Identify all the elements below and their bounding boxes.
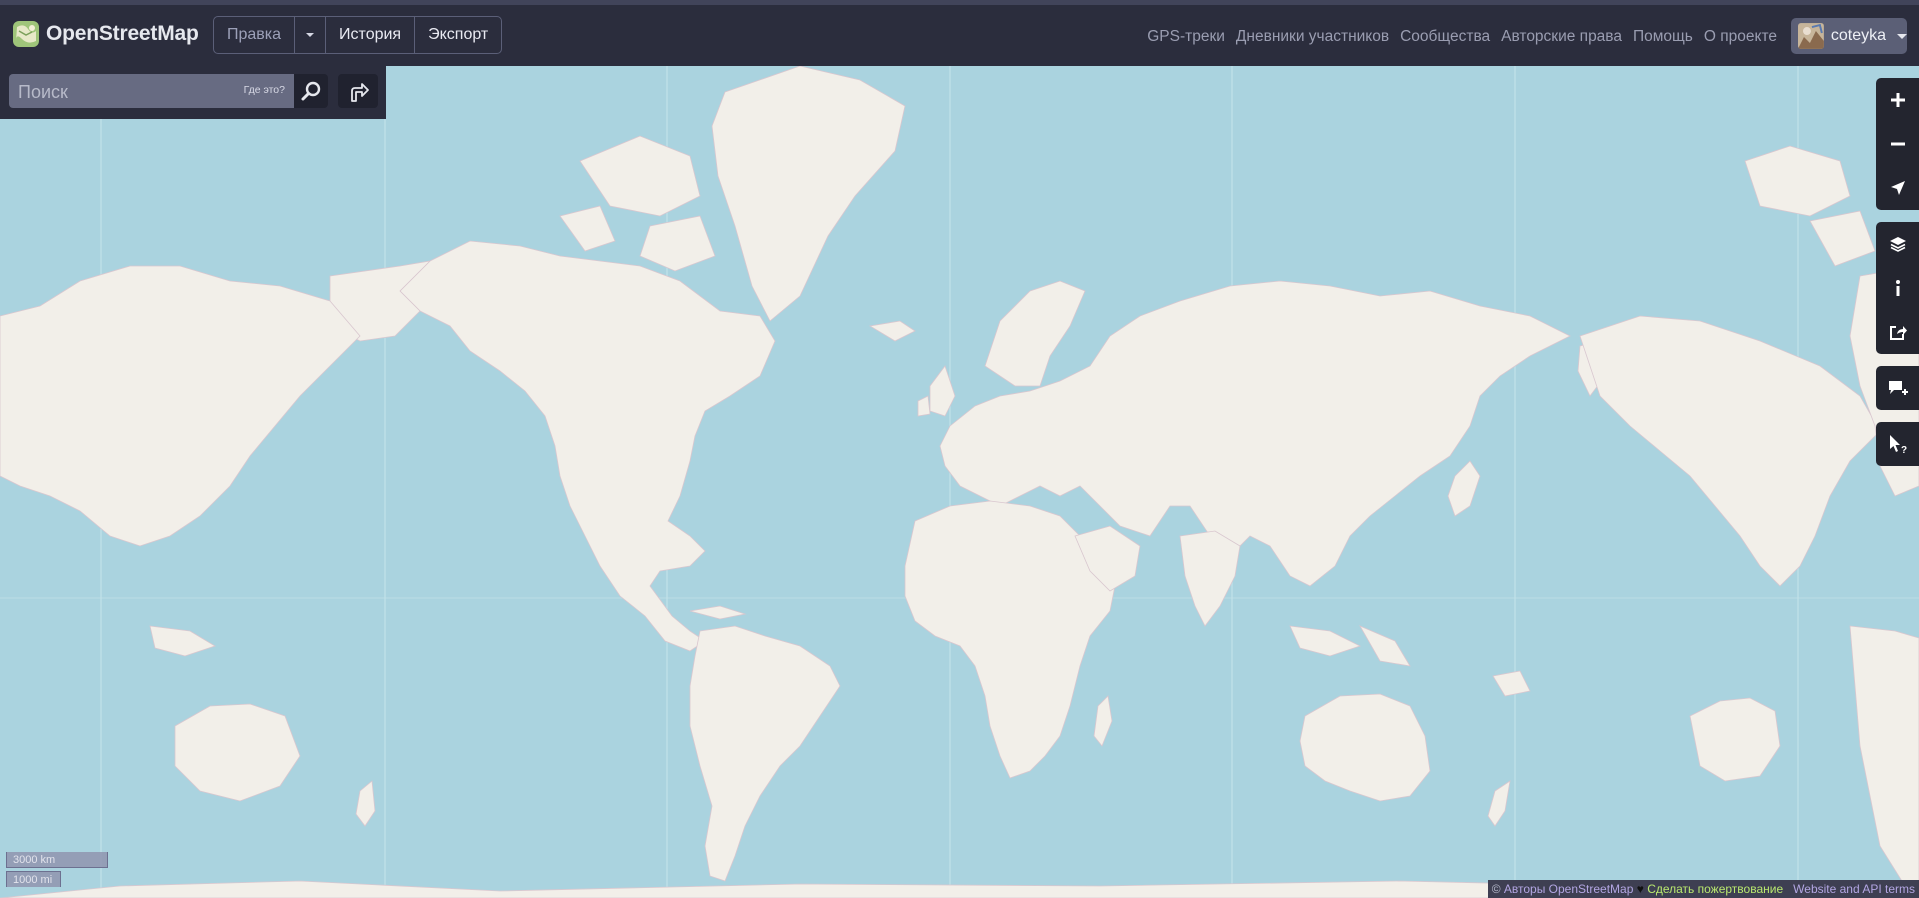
directions-button[interactable]: [338, 74, 378, 108]
attribution-bar: © Авторы OpenStreetMap ♥ Сделать пожертв…: [1487, 880, 1919, 898]
map-key-button[interactable]: [1876, 266, 1919, 310]
search-input[interactable]: [9, 74, 250, 110]
username: coteyka: [1830, 27, 1886, 44]
scale-mi: 1000 mi: [6, 871, 61, 887]
zoom-out-button[interactable]: [1876, 122, 1919, 166]
map-tools: [1876, 222, 1919, 354]
plus-icon: [1890, 93, 1905, 107]
svg-text:?: ?: [1901, 445, 1907, 454]
nav-link-communities[interactable]: Сообщества: [1400, 28, 1490, 46]
edit-history-export-group: Правка История Экспорт: [213, 16, 503, 54]
osm-logo-icon: [13, 21, 39, 47]
copyright-symbol: ©: [1491, 882, 1501, 896]
directions-icon: [351, 83, 369, 102]
scale-bar: 3000 km 1000 mi: [6, 852, 108, 887]
query-features-button[interactable]: ?: [1876, 422, 1919, 466]
search-button[interactable]: [294, 74, 328, 108]
zoom-controls: [1876, 78, 1919, 210]
search-panel: Где это?: [0, 66, 386, 119]
location-arrow-icon: [1890, 181, 1905, 195]
nav-link-copyright[interactable]: Авторские права: [1501, 28, 1622, 46]
donate-link[interactable]: Сделать пожертвование: [1647, 882, 1783, 896]
map-controls: ?: [1876, 78, 1919, 478]
caret-down-icon: [306, 33, 315, 37]
minus-icon: [1890, 142, 1905, 146]
search-box: Где это?: [9, 74, 294, 110]
nav-link-diaries[interactable]: Дневники участников: [1236, 28, 1389, 46]
user-menu-button[interactable]: coteyka: [1791, 18, 1907, 54]
caret-down-icon: [1897, 33, 1907, 39]
nav-link-help[interactable]: Помощь: [1633, 28, 1693, 46]
note-tools: [1876, 366, 1919, 410]
logo-text: OpenStreetMap: [46, 22, 199, 45]
top-navbar: OpenStreetMap Правка История Экспорт GPS…: [0, 5, 1919, 66]
share-button[interactable]: [1876, 310, 1919, 354]
history-button[interactable]: История: [326, 17, 416, 53]
layers-button[interactable]: [1876, 222, 1919, 266]
logo[interactable]: OpenStreetMap: [12, 19, 199, 49]
magnifier-icon: [301, 81, 321, 101]
query-tools: ?: [1876, 422, 1919, 466]
osm-authors-link[interactable]: Авторы OpenStreetMap: [1504, 882, 1634, 896]
edit-dropdown-toggle[interactable]: [295, 17, 327, 53]
export-button[interactable]: Экспорт: [415, 17, 501, 53]
zoom-in-button[interactable]: [1876, 78, 1919, 122]
edit-button[interactable]: Правка: [214, 17, 296, 53]
where-is-this-link[interactable]: Где это?: [244, 84, 285, 96]
avatar: [1798, 23, 1824, 49]
terms-link[interactable]: Website and API terms: [1793, 882, 1915, 896]
nav-link-gps-traces[interactable]: GPS-треки: [1147, 28, 1225, 46]
nav-link-about[interactable]: О проекте: [1704, 28, 1777, 46]
add-note-icon: [1888, 381, 1908, 395]
add-note-button[interactable]: [1876, 366, 1919, 410]
secondary-nav: GPS-треки Дневники участников Сообщества…: [1147, 28, 1777, 46]
pointer-question-icon: ?: [1889, 435, 1907, 454]
scale-km: 3000 km: [6, 852, 108, 868]
share-icon: [1889, 326, 1907, 340]
world-map[interactable]: [0, 66, 1919, 898]
info-icon: [1895, 280, 1900, 296]
layers-icon: [1889, 237, 1906, 252]
locate-button[interactable]: [1876, 166, 1919, 210]
heart-icon: ♥: [1636, 882, 1644, 896]
